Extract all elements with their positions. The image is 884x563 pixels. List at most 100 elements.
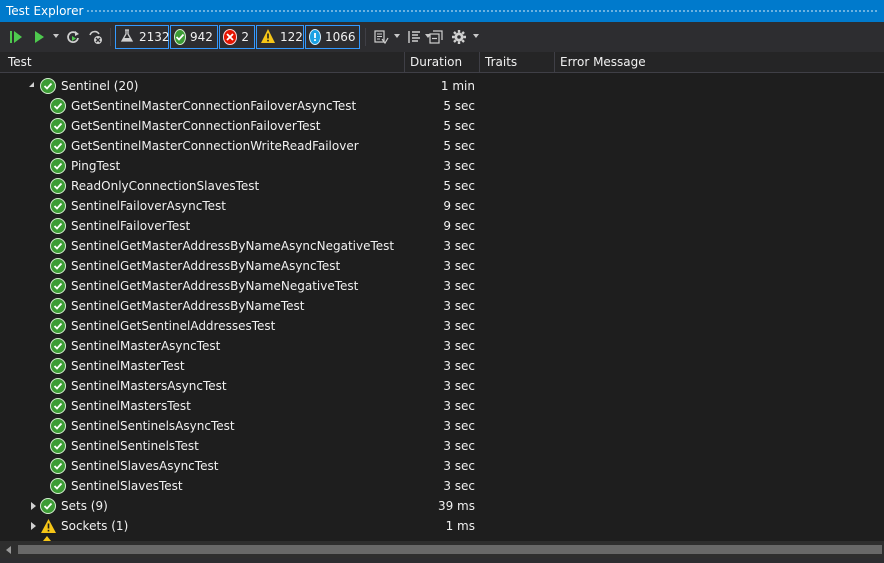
test-row[interactable]: GetSentinelMasterConnectionFailoverAsync…: [0, 96, 884, 116]
test-name: SentinelGetMasterAddressByNameAsyncTest: [71, 259, 341, 273]
group-by-icon[interactable]: [404, 27, 424, 47]
passed-icon: [50, 358, 66, 374]
passed-icon: [174, 29, 186, 45]
test-row[interactable]: PingTest 3 sec: [0, 156, 884, 176]
settings-dropdown-icon[interactable]: [473, 34, 479, 38]
test-row[interactable]: GetSentinelMasterConnectionFailoverTest 5…: [0, 116, 884, 136]
passed-icon: [50, 398, 66, 414]
passed-icon: [50, 298, 66, 314]
test-name: GetSentinelMasterConnectionFailoverTest: [71, 119, 321, 133]
test-row[interactable]: SentinelSentinelsAsyncTest 3 sec: [0, 416, 884, 436]
expand-triangle-icon[interactable]: [29, 82, 34, 87]
passed-tests-counter[interactable]: 942: [170, 25, 218, 49]
test-row[interactable]: SentinelMasterTest 3 sec: [0, 356, 884, 376]
test-row[interactable]: SentinelFailoverAsyncTest 9 sec: [0, 196, 884, 216]
test-name: SentinelMasterTest: [71, 359, 185, 373]
test-name: SentinelGetMasterAddressByNameAsyncNegat…: [71, 239, 395, 253]
group-row-sentinel[interactable]: Sentinel (20) 1 min: [0, 76, 884, 96]
failed-tests-counter[interactable]: 2: [219, 25, 255, 49]
group-duration: 1 min: [440, 79, 475, 93]
test-duration: 3 sec: [443, 259, 475, 273]
passed-icon: [40, 78, 56, 94]
run-icon[interactable]: [29, 27, 49, 47]
test-duration: 3 sec: [443, 279, 475, 293]
test-row[interactable]: SentinelGetSentinelAddressesTest 3 sec: [0, 316, 884, 336]
test-row[interactable]: ReadOnlyConnectionSlavesTest 5 sec: [0, 176, 884, 196]
playlist-dropdown-icon[interactable]: [394, 34, 400, 38]
info-icon: [309, 29, 321, 45]
playlist-icon[interactable]: [371, 27, 391, 47]
toolbar-separator: [110, 28, 111, 46]
test-duration: 3 sec: [443, 359, 475, 373]
not-run-tests-counter[interactable]: 1066: [305, 25, 360, 49]
run-dropdown-icon[interactable]: [53, 34, 59, 38]
passed-icon: [50, 258, 66, 274]
warning-tests-counter[interactable]: 122: [256, 25, 304, 49]
test-name: SentinelSlavesTest: [71, 479, 183, 493]
test-row[interactable]: SentinelSlavesTest 3 sec: [0, 476, 884, 496]
test-row[interactable]: GetSentinelMasterConnectionWriteReadFail…: [0, 136, 884, 156]
scrollbar-thumb[interactable]: [18, 545, 882, 554]
group-duration: 1 ms: [445, 519, 475, 533]
passed-icon: [50, 478, 66, 494]
passed-icon: [50, 118, 66, 134]
test-name: GetSentinelMasterConnectionWriteReadFail…: [71, 139, 359, 153]
test-row[interactable]: SentinelGetMasterAddressByNameTest 3 sec: [0, 296, 884, 316]
collapse-triangle-icon[interactable]: [31, 522, 36, 530]
passed-icon: [50, 158, 66, 174]
collapse-triangle-icon[interactable]: [31, 502, 36, 510]
test-row[interactable]: SentinelMastersAsyncTest 3 sec: [0, 376, 884, 396]
toolbar: 2132 942 2 122 1066: [0, 22, 884, 52]
total-tests-counter[interactable]: 2132: [115, 25, 170, 49]
passed-icon: [50, 198, 66, 214]
test-duration: 9 sec: [443, 219, 475, 233]
column-header-duration[interactable]: Duration: [405, 52, 480, 72]
collapse-all-icon[interactable]: [426, 27, 446, 47]
passed-icon: [50, 378, 66, 394]
title-bar: Test Explorer: [0, 0, 884, 22]
column-header-traits[interactable]: Traits: [480, 52, 555, 72]
test-row[interactable]: SentinelSentinelsTest 3 sec: [0, 436, 884, 456]
test-duration: 3 sec: [443, 459, 475, 473]
test-name: SentinelFailoverAsyncTest: [71, 199, 226, 213]
test-name: GetSentinelMasterConnectionFailoverAsync…: [71, 99, 357, 113]
run-all-icon[interactable]: [6, 27, 26, 47]
scroll-left-icon[interactable]: [6, 546, 11, 554]
test-row[interactable]: SentinelGetMasterAddressByNameNegativeTe…: [0, 276, 884, 296]
group-row-sockets[interactable]: Sockets (1) 1 ms: [0, 516, 884, 536]
window-title: Test Explorer: [6, 4, 84, 18]
passed-icon: [50, 318, 66, 334]
test-name: SentinelGetMasterAddressByNameNegativeTe…: [71, 279, 359, 293]
test-name: SentinelFailoverTest: [71, 219, 191, 233]
test-name: SentinelGetMasterAddressByNameTest: [71, 299, 305, 313]
cancel-run-icon[interactable]: [85, 27, 105, 47]
test-duration: 5 sec: [443, 179, 475, 193]
passed-icon: [50, 98, 66, 114]
horizontal-scrollbar[interactable]: [0, 541, 884, 558]
settings-gear-icon[interactable]: [449, 27, 469, 47]
test-name: SentinelMastersTest: [71, 399, 191, 413]
test-duration: 3 sec: [443, 399, 475, 413]
test-name: SentinelSentinelsAsyncTest: [71, 419, 235, 433]
column-header-test[interactable]: Test: [3, 52, 405, 72]
test-row[interactable]: SentinelMasterAsyncTest 3 sec: [0, 336, 884, 356]
repeat-last-run-icon[interactable]: [63, 27, 83, 47]
test-row[interactable]: SentinelFailoverTest 9 sec: [0, 216, 884, 236]
passed-icon: [50, 138, 66, 154]
test-row[interactable]: SentinelGetMasterAddressByNameAsyncNegat…: [0, 236, 884, 256]
test-row[interactable]: SentinelSlavesAsyncTest 3 sec: [0, 456, 884, 476]
test-duration: 3 sec: [443, 339, 475, 353]
test-name: ReadOnlyConnectionSlavesTest: [71, 179, 260, 193]
group-label: Sets (9): [61, 499, 108, 513]
test-duration: 3 sec: [443, 159, 475, 173]
column-header-error-message[interactable]: Error Message: [555, 52, 884, 72]
group-row-sets[interactable]: Sets (9) 39 ms: [0, 496, 884, 516]
test-row[interactable]: SentinelGetMasterAddressByNameAsyncTest 3…: [0, 256, 884, 276]
test-duration: 3 sec: [443, 319, 475, 333]
passed-icon: [50, 278, 66, 294]
test-duration: 5 sec: [443, 139, 475, 153]
test-duration: 3 sec: [443, 379, 475, 393]
flask-icon: [119, 28, 135, 47]
test-row[interactable]: SentinelMastersTest 3 sec: [0, 396, 884, 416]
test-duration: 9 sec: [443, 199, 475, 213]
